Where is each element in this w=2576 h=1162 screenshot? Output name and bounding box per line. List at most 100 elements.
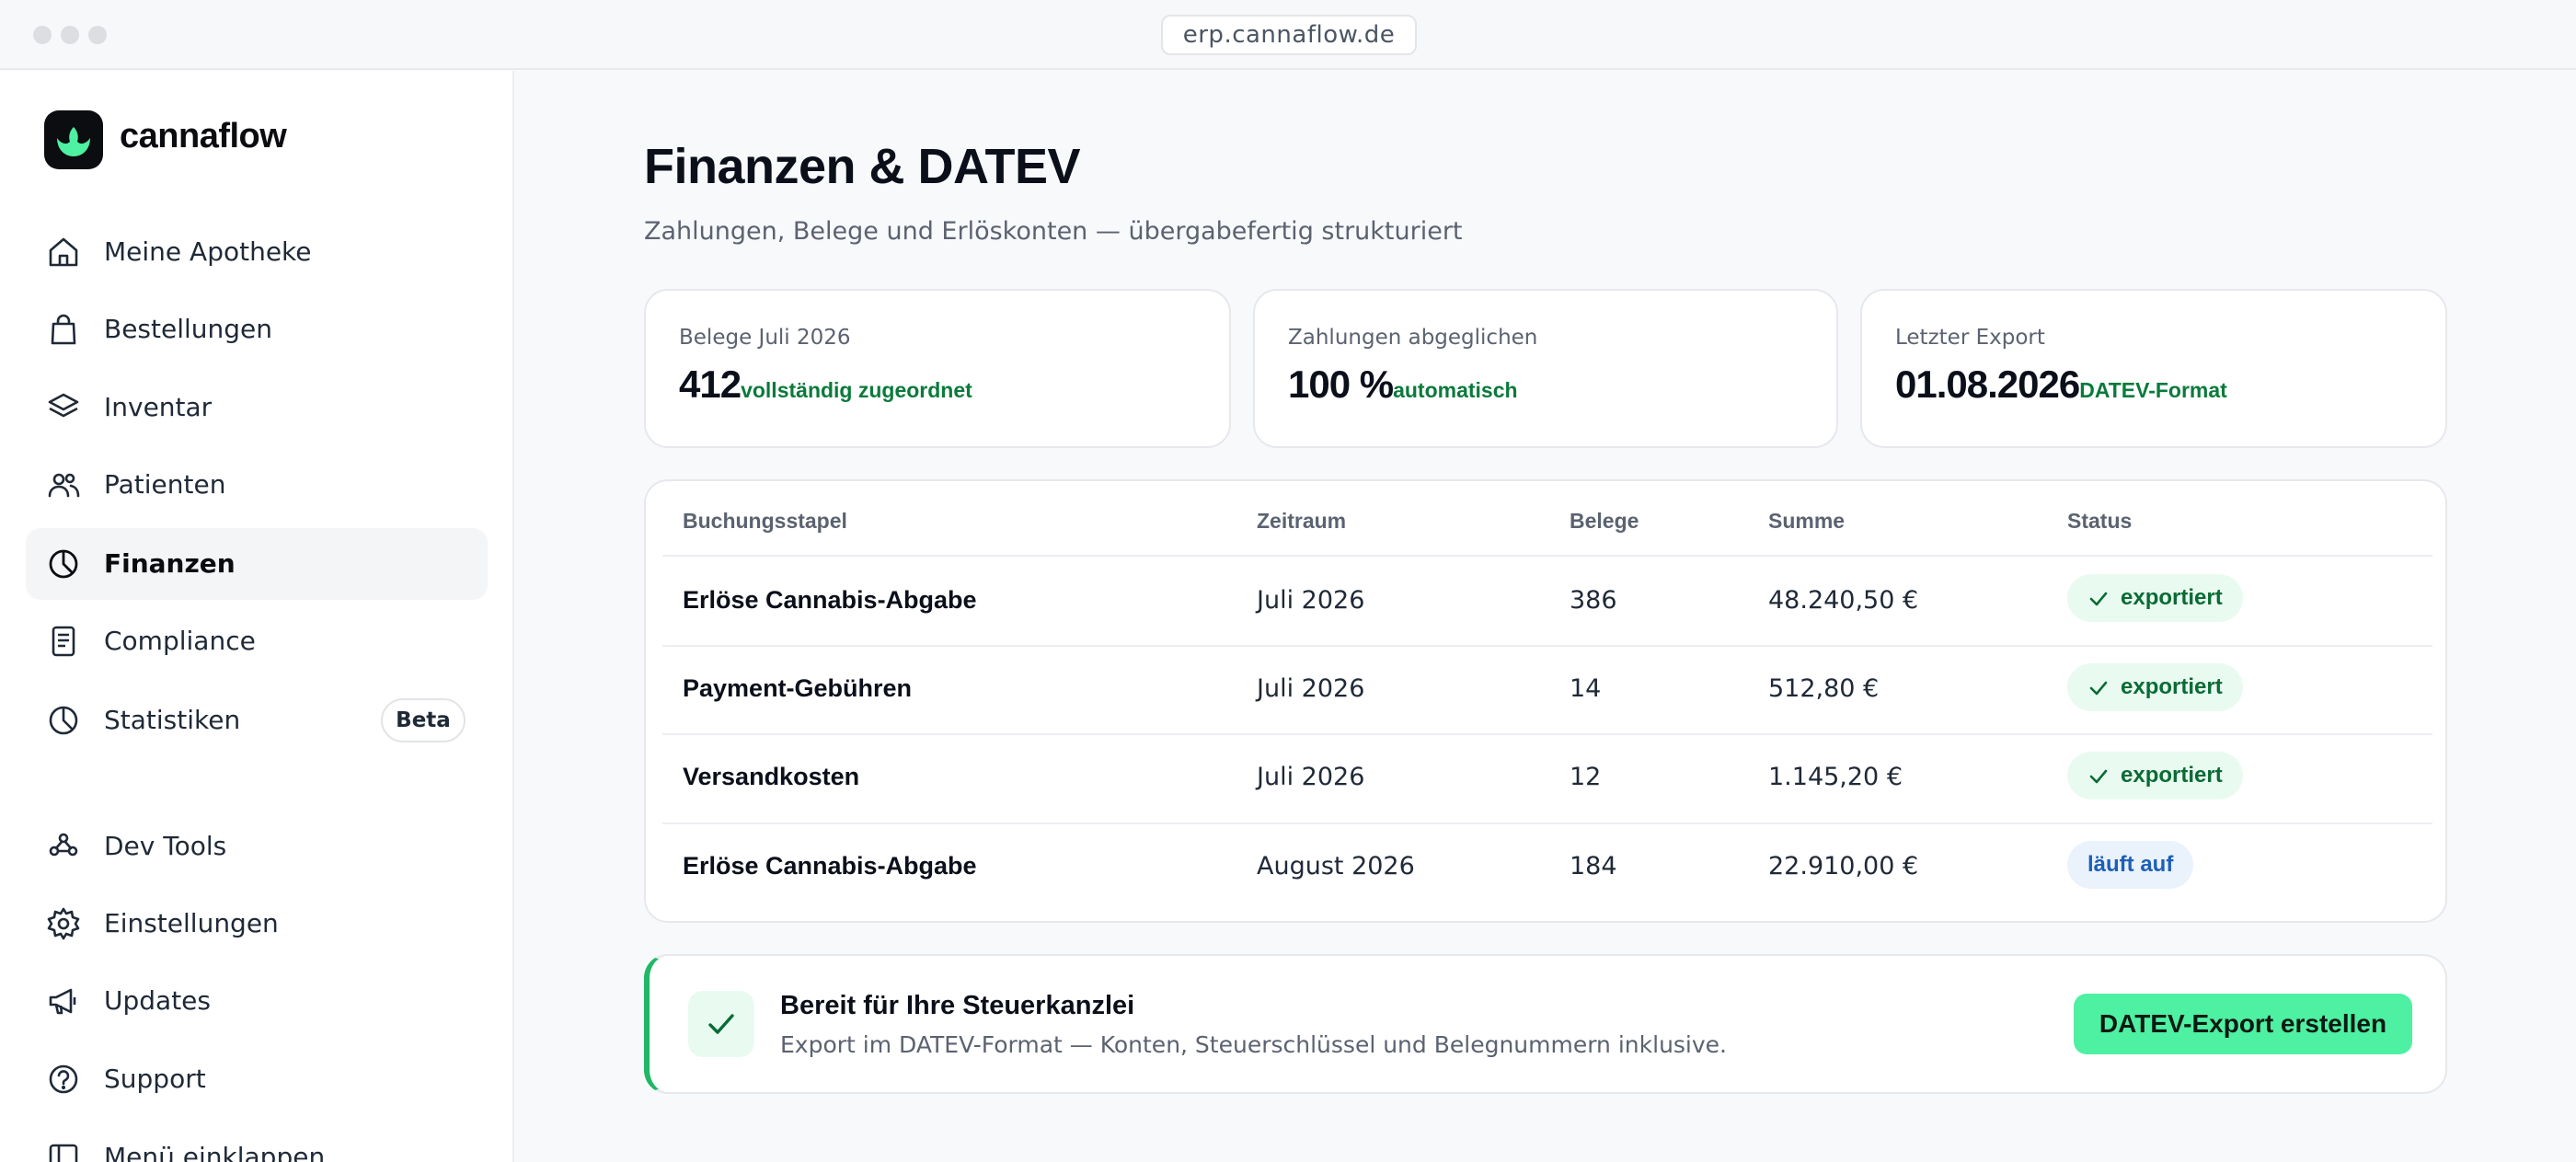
row-divider xyxy=(662,645,2432,647)
header-divider xyxy=(662,555,2432,557)
sidebar-item-patienten[interactable]: Patienten xyxy=(26,449,488,521)
banner-description: Export im DATEV-Format — Konten, Steuers… xyxy=(780,1031,1728,1058)
sidebar-item-bestellungen[interactable]: Bestellungen xyxy=(26,293,488,365)
status-text: exportiert xyxy=(2121,674,2223,699)
home-icon xyxy=(49,237,78,267)
cell-name: Erlöse Cannabis-Abgabe xyxy=(683,852,977,880)
banner-title: Bereit für Ihre Steuerkanzlei xyxy=(780,991,1135,1020)
cell-sum: 512,80 € xyxy=(1768,674,1880,703)
row-divider xyxy=(662,733,2432,735)
status-badge: exportiert xyxy=(2067,663,2243,711)
sidebar-item-label: Updates xyxy=(104,985,211,1016)
webhook-icon xyxy=(49,833,78,857)
column-header-buchungsstapel[interactable]: Buchungsstapel xyxy=(683,509,847,534)
stat-value: 01.08.2026 xyxy=(1895,362,2080,406)
column-header-summe[interactable]: Summe xyxy=(1768,509,1845,534)
stat-label: Letzter Export xyxy=(1895,326,2045,350)
address-bar[interactable]: erp.cannaflow.de xyxy=(1161,15,1417,55)
sidebar-item-statistiken[interactable]: Statistiken Beta xyxy=(26,685,488,756)
status-badge: läuft auf xyxy=(2067,841,2194,889)
stat-label: Belege Juli 2026 xyxy=(679,326,851,350)
sidebar-item-einstellungen[interactable]: Einstellungen xyxy=(26,888,488,960)
sidebar-item-label: Support xyxy=(104,1064,206,1094)
datev-export-button[interactable]: DATEV-Export erstellen xyxy=(2074,994,2412,1054)
column-header-zeitraum[interactable]: Zeitraum xyxy=(1257,509,1346,534)
sidebar-item-inventar[interactable]: Inventar xyxy=(26,372,488,443)
users-icon xyxy=(48,473,80,498)
sidebar-item-label: Statistiken xyxy=(104,705,241,735)
status-text: exportiert xyxy=(2121,763,2223,788)
cell-count: 14 xyxy=(1570,674,1602,703)
sidebar-item-label: Menü einklappen xyxy=(104,1142,326,1162)
sidebar-item-label: Dev Tools xyxy=(104,831,227,861)
cell-period: Juli 2026 xyxy=(1257,763,1365,791)
cell-count: 12 xyxy=(1570,763,1602,791)
document-icon xyxy=(52,626,75,657)
status-badge: exportiert xyxy=(2067,752,2243,800)
cell-name: Erlöse Cannabis-Abgabe xyxy=(683,586,977,614)
sidebar-item-updates[interactable]: Updates xyxy=(26,965,488,1037)
collapse-icon xyxy=(49,1144,78,1162)
status-text: läuft auf xyxy=(2087,852,2174,877)
sidebar-item-label: Bestellungen xyxy=(104,314,273,344)
stat-note: automatisch xyxy=(1393,378,1518,402)
window-minimize-dot[interactable] xyxy=(61,26,79,44)
cell-sum: 22.910,00 € xyxy=(1768,852,1919,880)
shopping-bag-icon xyxy=(51,314,76,345)
sidebar-item-meine-apotheke[interactable]: Meine Apotheke xyxy=(26,216,488,288)
brand-logo-icon[interactable] xyxy=(44,110,103,169)
cell-period: Juli 2026 xyxy=(1257,586,1365,615)
page-title: Finanzen & DATEV xyxy=(644,139,1081,194)
booking-batches-table: Buchungsstapel Zeitraum Belege Summe Sta… xyxy=(644,479,2447,923)
help-circle-icon xyxy=(49,1064,78,1094)
sidebar-item-collapse[interactable]: Menü einklappen xyxy=(26,1122,488,1162)
column-header-status[interactable]: Status xyxy=(2067,509,2132,534)
check-icon xyxy=(688,991,754,1057)
sidebar-item-dev-tools[interactable]: Dev Tools xyxy=(26,811,488,882)
status-badge: exportiert xyxy=(2067,574,2243,622)
status-text: exportiert xyxy=(2121,585,2223,610)
cell-count: 386 xyxy=(1570,586,1617,615)
sidebar-item-label: Meine Apotheke xyxy=(104,236,312,267)
stat-value: 100 % xyxy=(1288,362,1394,406)
check-icon xyxy=(2089,592,2108,606)
browser-chrome: erp.cannaflow.de xyxy=(0,0,2576,70)
brand-name[interactable]: cannaflow xyxy=(120,117,287,156)
sidebar-item-label: Einstellungen xyxy=(104,908,279,938)
cell-sum: 48.240,50 € xyxy=(1768,586,1919,615)
check-icon xyxy=(2089,769,2108,784)
stat-note: vollständig zugeordnet xyxy=(741,378,972,402)
cell-count: 184 xyxy=(1570,852,1617,880)
column-header-belege[interactable]: Belege xyxy=(1570,509,1639,534)
cell-sum: 1.145,20 € xyxy=(1768,763,1903,791)
sidebar: cannaflow Meine Apotheke Bestellungen In… xyxy=(0,71,514,1162)
sidebar-item-finanzen[interactable]: Finanzen xyxy=(26,528,488,600)
stat-card-zahlungen: Zahlungen abgeglichen 100 %automatisch xyxy=(1253,289,1838,448)
megaphone-icon xyxy=(49,988,76,1015)
page-subtitle: Zahlungen, Belege und Erlöskonten — über… xyxy=(644,217,1463,246)
row-divider xyxy=(662,823,2432,824)
stat-card-belege: Belege Juli 2026 412vollständig zugeordn… xyxy=(644,289,1231,448)
layers-icon xyxy=(48,393,79,418)
cell-period: Juli 2026 xyxy=(1257,674,1365,703)
pie-chart-icon xyxy=(49,706,78,735)
sidebar-item-label: Inventar xyxy=(104,392,213,422)
sidebar-item-support[interactable]: Support xyxy=(26,1043,488,1115)
sidebar-item-label: Patienten xyxy=(104,469,226,500)
sidebar-item-label: Finanzen xyxy=(104,548,236,579)
stat-note: DATEV-Format xyxy=(2079,378,2227,402)
sidebar-item-label: Compliance xyxy=(104,626,256,656)
stat-card-export: Letzter Export 01.08.2026DATEV-Format xyxy=(1860,289,2447,448)
stat-value: 412 xyxy=(679,362,742,406)
window-close-dot[interactable] xyxy=(33,26,52,44)
beta-badge: Beta xyxy=(381,698,466,742)
stat-label: Zahlungen abgeglichen xyxy=(1288,326,1538,350)
sidebar-item-compliance[interactable]: Compliance xyxy=(26,605,488,677)
cell-period: August 2026 xyxy=(1257,852,1415,880)
window-maximize-dot[interactable] xyxy=(88,26,107,44)
cell-name: Versandkosten xyxy=(683,763,860,790)
check-icon xyxy=(2089,681,2108,696)
gear-icon xyxy=(47,907,80,940)
pie-chart-icon xyxy=(49,549,78,579)
cell-name: Payment-Gebühren xyxy=(683,674,913,702)
